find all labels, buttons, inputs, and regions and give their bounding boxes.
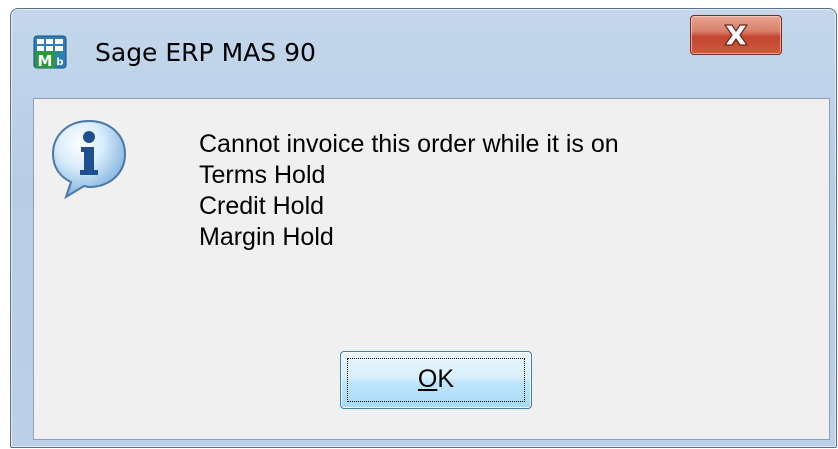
message-line: Margin Hold [199, 223, 334, 251]
title-bar[interactable]: M b Sage ERP MAS 90 [11, 9, 836, 89]
svg-text:b: b [56, 57, 63, 68]
dialog-content: Cannot invoice this order while it is on… [33, 98, 830, 440]
close-button[interactable] [690, 15, 782, 55]
svg-text:M: M [38, 52, 53, 69]
close-x-icon [724, 24, 748, 46]
ok-button-label: OK [341, 365, 531, 393]
message-line: Terms Hold [199, 161, 326, 189]
ok-label-rest: K [437, 365, 455, 393]
window-title: Sage ERP MAS 90 [95, 38, 316, 67]
dialog-window: M b Sage ERP MAS 90 Cannot invoice this … [10, 8, 837, 448]
message-text: Cannot invoice this order while it is on… [199, 129, 619, 253]
ok-button[interactable]: OK [340, 351, 532, 409]
information-icon [48, 117, 130, 201]
ok-mnemonic: O [417, 365, 438, 393]
message-line: Cannot invoice this order while it is on [199, 130, 619, 158]
message-line: Credit Hold [199, 192, 325, 220]
app-icon: M b [33, 35, 67, 70]
